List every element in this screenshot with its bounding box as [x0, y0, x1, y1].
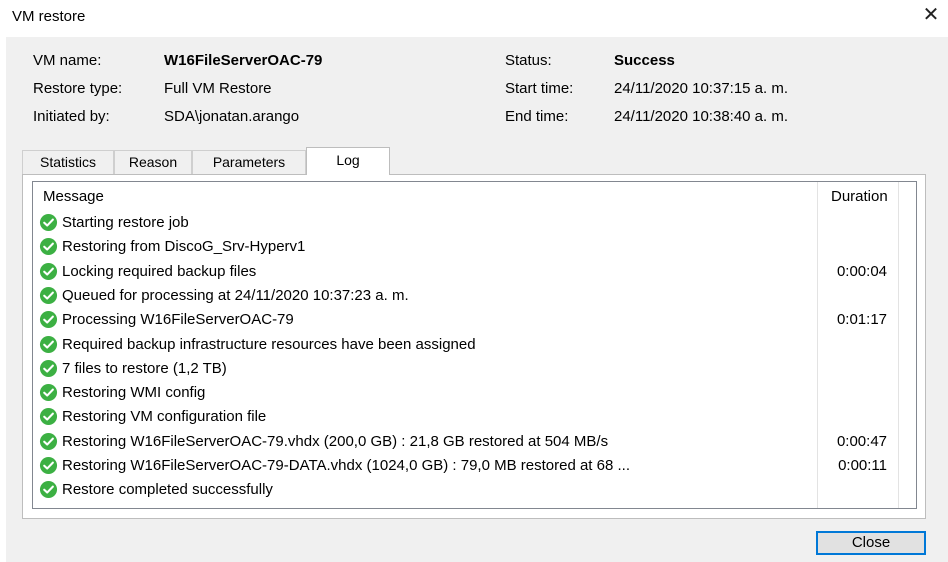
log-row-message: Restoring W16FileServerOAC-79-DATA.vhdx … [62, 457, 631, 474]
success-check-icon [39, 481, 58, 499]
close-button[interactable]: Close [816, 531, 926, 555]
status-label: Status: [505, 52, 552, 69]
log-row-duration: 0:00:11 [838, 457, 887, 474]
log-row[interactable]: Restoring VM configuration file [33, 405, 916, 429]
log-row-message: Restoring WMI config [62, 384, 206, 402]
start-time-label: Start time: [505, 80, 574, 97]
log-row-message: Restoring W16FileServerOAC-79.vhdx (200,… [62, 432, 609, 450]
tab-reason[interactable]: Reason [114, 150, 192, 174]
column-header-duration[interactable]: Duration [831, 188, 888, 205]
success-check-icon [39, 456, 58, 475]
close-icon[interactable]: ✕ [920, 4, 942, 26]
log-row-message: Locking required backup files [62, 262, 257, 280]
success-check-icon [39, 213, 58, 232]
log-row[interactable]: Queued for processing at 24/11/2020 10:3… [33, 284, 916, 308]
success-check-icon [39, 262, 58, 280]
log-row[interactable]: Restoring W16FileServerOAC-79.vhdx (200,… [33, 430, 916, 454]
vm-name-label: VM name: [33, 52, 102, 69]
success-check-icon [39, 384, 58, 402]
log-row[interactable]: Required backup infrastructure resources… [33, 333, 916, 357]
log-row[interactable]: Restore completed successfully [33, 478, 916, 502]
log-row-message: Restoring VM configuration file [62, 408, 267, 426]
initiated-by-value: SDA\jonatan.arango [164, 108, 300, 125]
log-list-header: Message Duration [33, 182, 916, 210]
success-check-icon [39, 311, 58, 329]
log-row-message: Starting restore job [62, 214, 189, 231]
vm-name-value: W16FileServerOAC-79 [164, 52, 323, 69]
log-row-duration: 0:00:47 [836, 432, 887, 450]
success-check-icon [39, 286, 58, 304]
log-row-message: Restoring from DiscoG_Srv-Hyperv1 [62, 238, 306, 256]
title-bar: VM restore ✕ [0, 0, 948, 32]
log-row[interactable]: Restoring WMI config [33, 381, 916, 405]
success-check-icon [39, 238, 58, 256]
initiated-by-label: Initiated by: [33, 108, 110, 125]
log-row-duration: 0:01:17 [836, 311, 887, 329]
success-check-icon [39, 408, 58, 426]
log-row[interactable]: Restoring W16FileServerOAC-79-DATA.vhdx … [33, 454, 916, 478]
log-list[interactable]: Message Duration Starting restore job Res… [32, 181, 917, 509]
success-check-icon [39, 359, 58, 377]
log-row[interactable]: Starting restore job [33, 211, 916, 235]
window-title: VM restore [12, 8, 86, 25]
restore-type-value: Full VM Restore [164, 80, 272, 97]
column-header-message[interactable]: Message [43, 188, 104, 205]
log-row-message: Processing W16FileServerOAC-79 [62, 311, 294, 329]
start-time-value: 24/11/2020 10:37:15 a. m. [614, 80, 789, 97]
success-check-icon [39, 432, 58, 450]
end-time-label: End time: [505, 108, 569, 125]
success-check-icon [39, 335, 58, 353]
log-row[interactable]: Restoring from DiscoG_Srv-Hyperv1 [33, 235, 916, 259]
tab-log[interactable]: Log [306, 147, 390, 175]
tab-statistics[interactable]: Statistics [22, 150, 114, 174]
log-row[interactable]: Processing W16FileServerOAC-79 0:01:17 [33, 308, 916, 332]
log-row-message: 7 files to restore (1,2 TB) [62, 359, 227, 377]
tab-parameters[interactable]: Parameters [192, 150, 306, 174]
log-row-message: Required backup infrastructure resources… [62, 335, 476, 353]
log-row-duration: 0:00:04 [836, 262, 887, 280]
end-time-value: 24/11/2020 10:38:40 a. m. [614, 108, 789, 125]
vm-restore-window: VM restore ✕ VM name: W16FileServerOAC-7… [0, 0, 948, 562]
log-row-message: Restore completed successfully [62, 481, 273, 499]
status-value: Success [614, 52, 675, 69]
log-row[interactable]: 7 files to restore (1,2 TB) [33, 357, 916, 381]
log-row[interactable]: Locking required backup files 0:00:04 [33, 260, 916, 284]
log-tab-panel: Message Duration Starting restore job Res… [22, 174, 926, 519]
restore-type-label: Restore type: [33, 80, 123, 97]
log-row-message: Queued for processing at 24/11/2020 10:3… [62, 286, 409, 304]
